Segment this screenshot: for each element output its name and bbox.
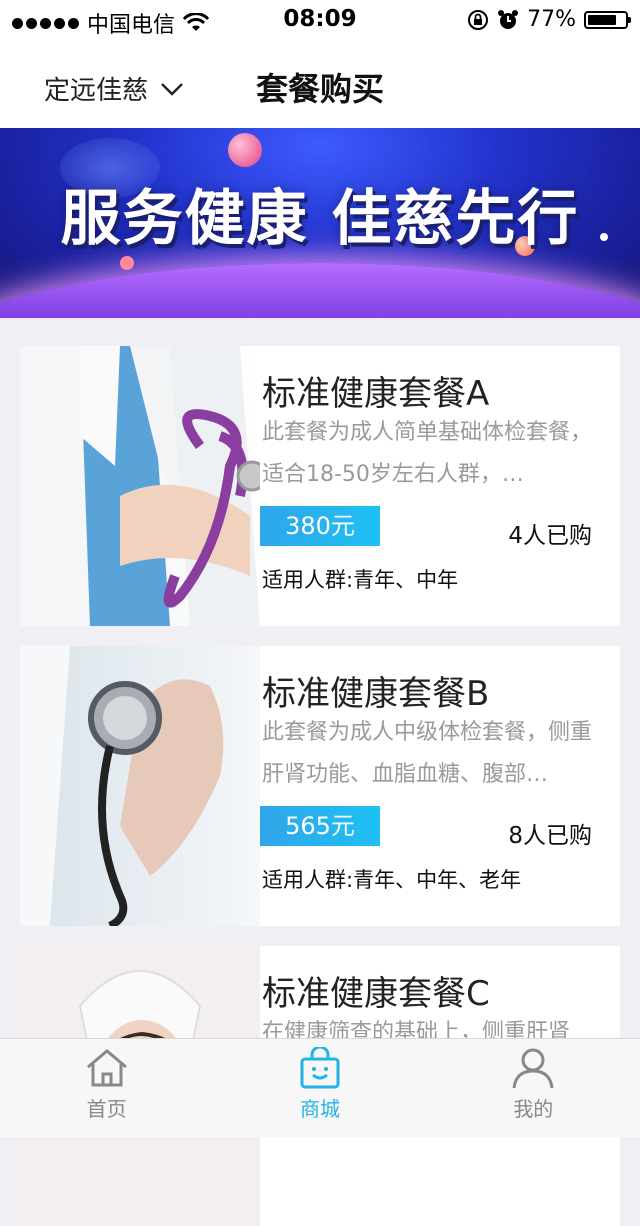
status-bar: 中国电信 08:09 77% xyxy=(0,0,640,40)
tab-mall[interactable]: 商城 xyxy=(213,1039,426,1137)
home-icon xyxy=(86,1049,127,1087)
tab-home[interactable]: 首页 xyxy=(0,1039,213,1137)
rotation-lock-icon xyxy=(468,9,489,30)
banner-orb xyxy=(228,133,262,167)
tab-mine-label: 我的 xyxy=(513,1097,554,1121)
package-title: 标准健康套餐C xyxy=(262,974,490,1014)
package-card[interactable]: 标准健康套餐A 此套餐为成人简单基础体检套餐，适合18-50岁左右人群，… 38… xyxy=(20,346,620,626)
package-target-group: 适用人群:青年、中年 xyxy=(262,568,459,592)
tab-bar: 首页 商城 我的 xyxy=(0,1038,640,1137)
package-purchase-count: 8人已购 xyxy=(508,823,592,849)
tab-mall-label: 商城 xyxy=(299,1097,340,1121)
nav-bar: 定远佳慈 套餐购买 xyxy=(0,40,640,128)
alarm-icon xyxy=(498,9,519,29)
package-image xyxy=(20,346,260,626)
banner-orb xyxy=(120,256,134,270)
tab-home-label: 首页 xyxy=(86,1097,127,1121)
tab-mine[interactable]: 我的 xyxy=(427,1039,640,1137)
battery-percent: 77% xyxy=(527,7,576,32)
status-right: 77% xyxy=(467,7,631,32)
promo-banner[interactable]: 服务健康 佳慈先行 xyxy=(0,128,640,318)
package-title: 标准健康套餐A xyxy=(262,374,490,414)
package-description: 此套餐为成人中级体检套餐，侧重肝肾功能、血脂血糖、腹部… xyxy=(262,720,593,787)
page-title: 套餐购买 xyxy=(255,70,384,108)
package-target-group: 适用人群:青年、中年、老年 xyxy=(262,868,522,892)
package-title: 标准健康套餐B xyxy=(262,674,490,714)
battery-icon xyxy=(584,10,631,29)
banner-planet-graphic xyxy=(0,263,640,318)
package-price: 380元 xyxy=(260,506,380,546)
package-purchase-count: 4人已购 xyxy=(508,523,592,549)
user-icon xyxy=(512,1048,554,1089)
package-description: 此套餐为成人简单基础体检套餐，适合18-50岁左右人群，… xyxy=(262,420,593,487)
package-card[interactable]: 标准健康套餐B 此套餐为成人中级体检套餐，侧重肝肾功能、血脂血糖、腹部… 565… xyxy=(20,646,620,926)
package-price: 565元 xyxy=(260,806,380,846)
package-image xyxy=(20,646,260,926)
shopping-bag-icon xyxy=(300,1047,340,1089)
banner-slogan: 服务健康 佳慈先行 xyxy=(60,184,580,254)
